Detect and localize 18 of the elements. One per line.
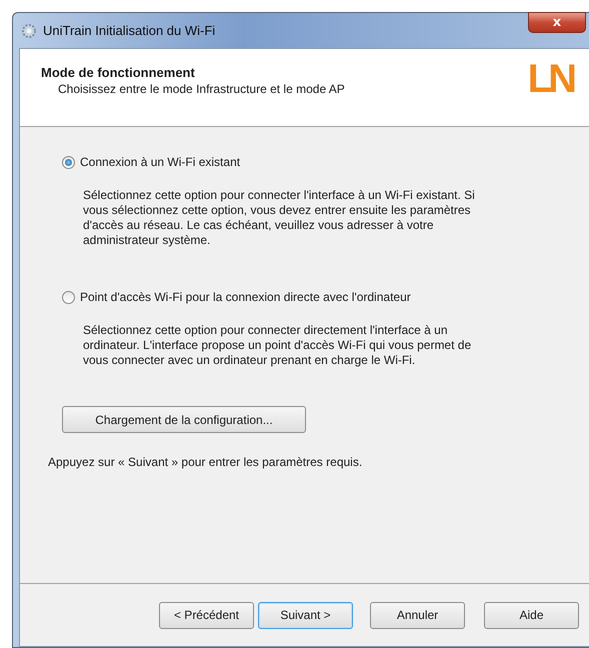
gear-icon <box>21 22 37 38</box>
page-subtitle: Choisissez entre le mode Infrastructure et le mode AP <box>58 82 345 96</box>
page-title: Mode de fonctionnement <box>41 65 196 80</box>
load-configuration-button[interactable]: Chargement de la configuration... <box>62 406 306 433</box>
logo: LN <box>528 59 574 103</box>
window-title: UniTrain Initialisation du Wi-Fi <box>43 23 216 38</box>
option-label[interactable]: Point d'accès Wi-Fi pour la connexion directe avec l'ordinateur <box>80 290 411 304</box>
dialog-button[interactable]: Suivant > <box>258 602 353 628</box>
hint-text: Appuyez sur « Suivant » pour entrer les paramètres requis. <box>48 455 362 469</box>
option-description: Sélectionnez cette option pour connecter l'interface à un Wi-Fi existant. Si vous sélectionnez cette option, vous devez entrer ensuite les paramètres d'accès au réseau. Le cas échéant, veuillez vous adresser à votre administrateur système. <box>83 188 476 248</box>
radio-button[interactable] <box>62 290 75 304</box>
option-description: Sélectionnez cette option pour connecter directement l'interface à un ordinateur. L'interface propose un point d'accès Wi-Fi qui vous permet de vous connecter avec un ordinateur prenant en charge le Wi-Fi. <box>83 323 472 368</box>
dialog-button[interactable]: Aide <box>484 602 579 628</box>
option-label[interactable]: Connexion à un Wi-Fi existant <box>80 155 240 169</box>
dialog-button[interactable]: Annuler <box>370 602 465 628</box>
close-button[interactable]: x <box>528 12 586 33</box>
radio-button[interactable] <box>62 156 75 168</box>
dialog-button[interactable]: < Précédent <box>159 602 254 628</box>
